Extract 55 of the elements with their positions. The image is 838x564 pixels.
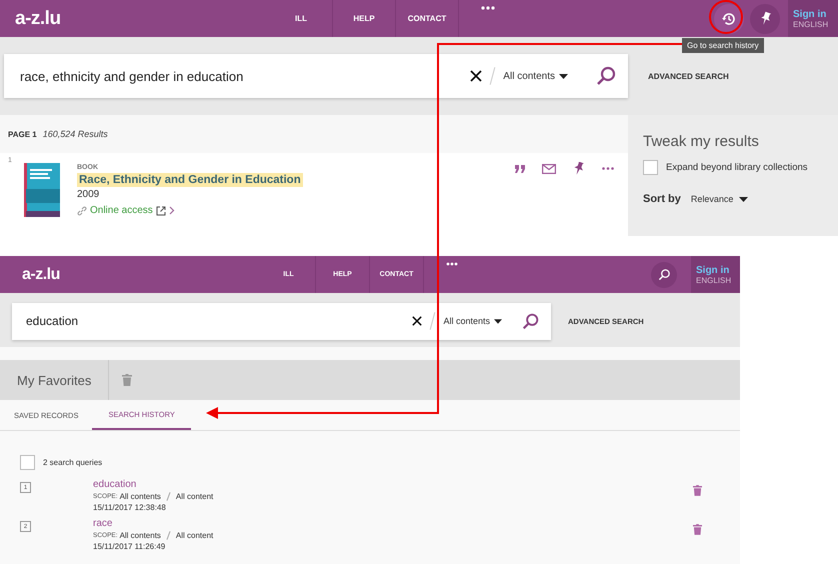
scope-value: All contents [120, 531, 161, 540]
book-cover-drawing [24, 163, 60, 217]
result-count: 160,524 Results [42, 129, 108, 139]
search-field[interactable]: race, ethnicity and gender in education All contents [4, 54, 628, 98]
pin-button[interactable] [750, 4, 780, 34]
scope-dropdown[interactable]: All contents [443, 316, 490, 326]
search-icon[interactable] [596, 66, 616, 86]
history-icon [721, 10, 737, 26]
favorites-title: My Favorites [16, 372, 92, 388]
page-label: PAGE 1 [8, 130, 37, 138]
search-icon[interactable] [522, 312, 539, 330]
sort-dropdown[interactable]: Relevance [690, 194, 734, 204]
tooltip: Go to search history [682, 38, 764, 53]
query-link[interactable]: race [93, 518, 693, 529]
sign-in-button[interactable]: Sign in ENGLISH [788, 0, 838, 37]
checkbox-label: 2 search queries [43, 458, 102, 467]
checkbox-label: Expand beyond library collections [666, 162, 808, 173]
more-icon[interactable] [481, 6, 495, 10]
timestamp: 15/11/2017 11:26:49 [93, 542, 166, 551]
caret-icon [559, 74, 568, 78]
search-button[interactable] [651, 262, 677, 288]
query-link[interactable]: education [93, 479, 693, 490]
scope-value: All contents [120, 492, 161, 501]
advanced-search-link[interactable]: ADVANCED SEARCH [648, 72, 729, 80]
mail-icon[interactable] [542, 164, 556, 174]
search-icon [658, 268, 670, 281]
sign-in-button[interactable]: Sign in ENGLISH [691, 256, 740, 293]
pin-icon[interactable] [573, 162, 585, 175]
link-icon [77, 206, 87, 216]
online-access-link[interactable]: Online access [90, 205, 153, 216]
search-field[interactable]: education All contents [12, 302, 551, 340]
logo[interactable]: a-z.lu [0, 266, 262, 284]
checkbox[interactable] [643, 160, 658, 175]
sort-label: Sort by [643, 193, 681, 205]
publication-year: 2009 [77, 189, 100, 200]
collection-value: All content [176, 531, 214, 540]
scope-dropdown[interactable]: All contents [503, 70, 555, 82]
external-link-icon [156, 206, 166, 216]
caret-icon [739, 196, 748, 202]
caret-icon [494, 318, 502, 324]
quote-icon[interactable] [515, 164, 525, 172]
panel-title: Tweak my results [643, 133, 760, 150]
chevron-icon[interactable] [168, 206, 175, 215]
timestamp: 15/11/2017 12:38:48 [93, 503, 167, 512]
more-icon[interactable] [602, 167, 614, 170]
result-title-link[interactable]: Race, Ethnicity and Gender in Education [77, 173, 303, 187]
close-icon[interactable] [470, 70, 482, 82]
highlight-circle [709, 0, 743, 34]
more-icon[interactable] [446, 262, 458, 266]
checkbox[interactable] [20, 455, 35, 470]
close-icon[interactable] [412, 316, 422, 326]
trash-icon[interactable] [693, 485, 702, 496]
logo[interactable]: a-z.lu [0, 8, 270, 30]
collection-value: All content [176, 492, 214, 501]
trash-icon[interactable] [693, 524, 702, 535]
